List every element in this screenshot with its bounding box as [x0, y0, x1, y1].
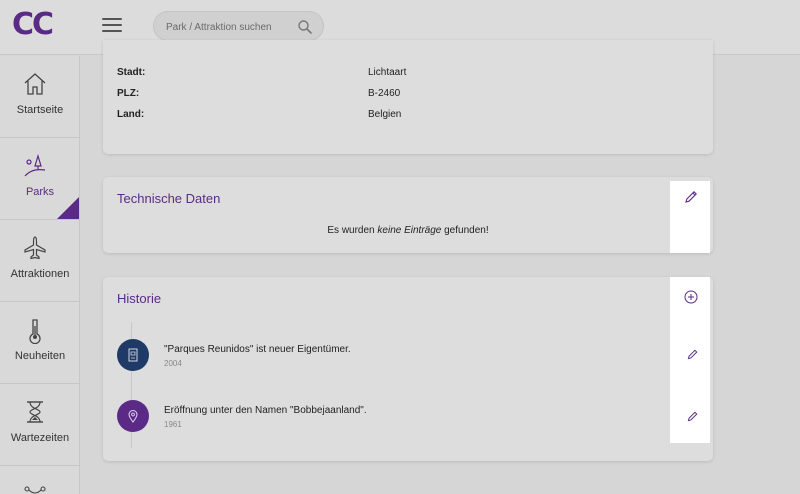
empty-message-post: gefunden! — [441, 225, 489, 236]
address-value: Lichtaart — [368, 67, 407, 78]
history-card: Historie — [103, 277, 713, 461]
home-icon — [24, 73, 46, 95]
location-pin-icon — [128, 410, 138, 423]
timeline-entry-year: 1961 — [164, 420, 182, 429]
thermometer-icon — [29, 319, 41, 344]
sidebar-item-neuheiten[interactable]: Neuheiten — [0, 302, 79, 384]
sidebar-item-more[interactable] — [0, 466, 79, 494]
address-value: B-2460 — [368, 88, 401, 99]
sidebar-item-label: Neuheiten — [14, 350, 66, 362]
add-circle-icon[interactable] — [683, 289, 699, 305]
sidebar-item-label: Startseite — [16, 104, 64, 116]
address-card: Stadt: Lichtaart PLZ: B-2460 Land: Belgi… — [103, 40, 713, 154]
history-title: Historie — [117, 291, 162, 306]
address-key: Land: — [117, 109, 145, 120]
menu-icon[interactable] — [102, 18, 122, 32]
active-indicator — [57, 197, 79, 219]
edit-pencil-icon[interactable] — [686, 348, 699, 361]
technical-data-title: Technische Daten — [117, 191, 221, 206]
timeline-dot — [117, 339, 149, 371]
timeline-dot — [117, 400, 149, 432]
plane-icon — [24, 236, 46, 260]
edit-pencil-icon[interactable] — [683, 189, 699, 205]
empty-message: Es wurden keine Einträge gefunden! — [103, 225, 713, 236]
sidebar-item-attraktionen[interactable]: Attraktionen — [0, 220, 79, 302]
timeline-entry-year: 2004 — [164, 359, 182, 368]
sidebar-item-parks[interactable]: Parks — [0, 138, 79, 220]
sidebar-item-wartezeiten[interactable]: Wartezeiten — [0, 384, 79, 466]
park-icon — [24, 153, 46, 177]
sidebar: Startseite Parks Attraktionen Neuheiten — [0, 56, 80, 494]
hourglass-icon — [27, 401, 43, 423]
sidebar-item-label: Attraktionen — [10, 268, 70, 280]
building-icon — [128, 348, 138, 362]
technical-data-card: Technische Daten Es wurden keine Einträg… — [103, 177, 713, 253]
empty-message-emphasis: keine Einträge — [377, 225, 442, 236]
timeline-entry-text: "Parques Reunidos" ist neuer Eigentümer. — [164, 344, 351, 355]
search-input[interactable] — [166, 18, 296, 36]
search-icon[interactable] — [297, 19, 313, 35]
timeline-entry-text: Eröffnung unter den Namen "Bobbejaanland… — [164, 405, 367, 416]
empty-message-pre: Es wurden — [327, 225, 378, 236]
route-icon — [24, 486, 46, 494]
address-value: Belgien — [368, 109, 402, 120]
sidebar-item-startseite[interactable]: Startseite — [0, 56, 79, 138]
search-box[interactable] — [153, 11, 324, 41]
address-key: PLZ: — [117, 88, 140, 99]
sidebar-item-label: Wartezeiten — [10, 432, 70, 444]
address-key: Stadt: — [117, 67, 146, 78]
edit-pencil-icon[interactable] — [686, 410, 699, 423]
app-logo[interactable]: CC — [12, 7, 54, 42]
